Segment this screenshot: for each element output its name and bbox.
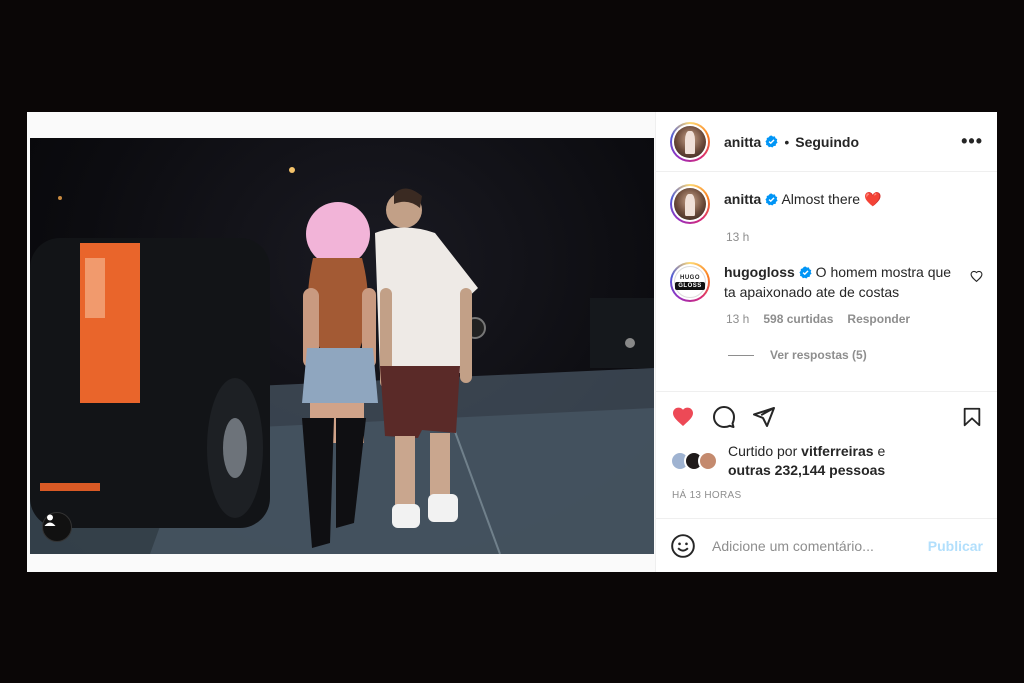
- photo-illustration: [30, 167, 654, 554]
- author-username[interactable]: anitta: [724, 134, 761, 150]
- comment-input[interactable]: [712, 537, 928, 554]
- likes-summary: Curtido por vitferreiras e outras 232,14…: [656, 442, 997, 480]
- likes-others-count[interactable]: outras 232,144 pessoas: [728, 462, 885, 478]
- tag-button[interactable]: [42, 512, 72, 542]
- likes-username[interactable]: vitferreiras: [801, 443, 873, 459]
- comment-text: hugogloss O homem mostra que ta apaixona…: [724, 262, 964, 302]
- view-replies-label: Ver respostas (5): [770, 348, 867, 362]
- user-tag-icon: [44, 514, 56, 526]
- verified-badge-icon: [765, 193, 778, 206]
- publish-button[interactable]: Publicar: [928, 538, 983, 554]
- comment-username[interactable]: hugogloss: [724, 264, 795, 280]
- follow-separator: •: [784, 133, 790, 150]
- emoji-icon[interactable]: [670, 533, 696, 559]
- likes-text: Curtido por vitferreiras e outras 232,14…: [728, 442, 885, 480]
- comment-likes[interactable]: 598 curtidas: [763, 312, 833, 326]
- author-avatar[interactable]: [670, 121, 710, 162]
- caption-text: anitta Almost there ❤️: [724, 189, 881, 209]
- more-options-icon[interactable]: •••: [961, 131, 983, 152]
- caption-avatar[interactable]: [670, 184, 710, 224]
- share-icon[interactable]: [752, 405, 776, 429]
- heart-icon[interactable]: [670, 405, 696, 429]
- reply-button[interactable]: Responder: [847, 312, 910, 326]
- caption-row: anitta Almost there ❤️: [670, 184, 983, 224]
- caption-username[interactable]: anitta: [724, 191, 761, 207]
- verified-badge-icon: [799, 266, 812, 279]
- liker-avatars: [670, 450, 722, 472]
- liker-avatar[interactable]: [698, 451, 718, 471]
- caption-heart-emoji: ❤️: [863, 191, 882, 207]
- avatar-text-bottom: GLOSS: [675, 281, 705, 290]
- comment-avatar[interactable]: HUGO GLOSS: [670, 262, 710, 302]
- caption-meta: 13 h: [726, 230, 983, 244]
- replies-divider: [728, 354, 754, 356]
- comment-icon[interactable]: [712, 405, 736, 429]
- comment-time[interactable]: 13 h: [726, 312, 749, 326]
- bookmark-icon[interactable]: [961, 405, 983, 429]
- post-timestamp[interactable]: HÁ 13 HORAS: [656, 484, 997, 501]
- likes-prefix: Curtido por: [728, 443, 798, 459]
- post-header: anitta • Seguindo •••: [656, 112, 997, 172]
- post-photo[interactable]: [30, 138, 654, 554]
- follow-status-button[interactable]: Seguindo: [795, 134, 859, 150]
- view-replies-button[interactable]: Ver respostas (5): [728, 348, 983, 362]
- small-heart-icon[interactable]: [970, 270, 983, 283]
- instagram-post: anitta • Seguindo ••• anitta Almost ther…: [27, 112, 997, 572]
- likes-connector: e: [877, 443, 886, 459]
- comment-meta: 13 h 598 curtidas Responder: [726, 312, 983, 326]
- post-sidebar: anitta • Seguindo ••• anitta Almost ther…: [655, 112, 997, 572]
- post-media: [27, 112, 655, 572]
- action-bar: [656, 392, 997, 442]
- caption-time[interactable]: 13 h: [726, 230, 749, 244]
- comments-section: anitta Almost there ❤️ 13 h HUGO GLOSS hu…: [656, 172, 997, 392]
- verified-badge-icon: [765, 135, 778, 148]
- comment-composer: Publicar: [656, 518, 997, 572]
- avatar-text-top: HUGO: [680, 274, 700, 281]
- caption-body: Almost there: [781, 191, 861, 207]
- comment-row: HUGO GLOSS hugogloss O homem mostra que t…: [670, 262, 983, 302]
